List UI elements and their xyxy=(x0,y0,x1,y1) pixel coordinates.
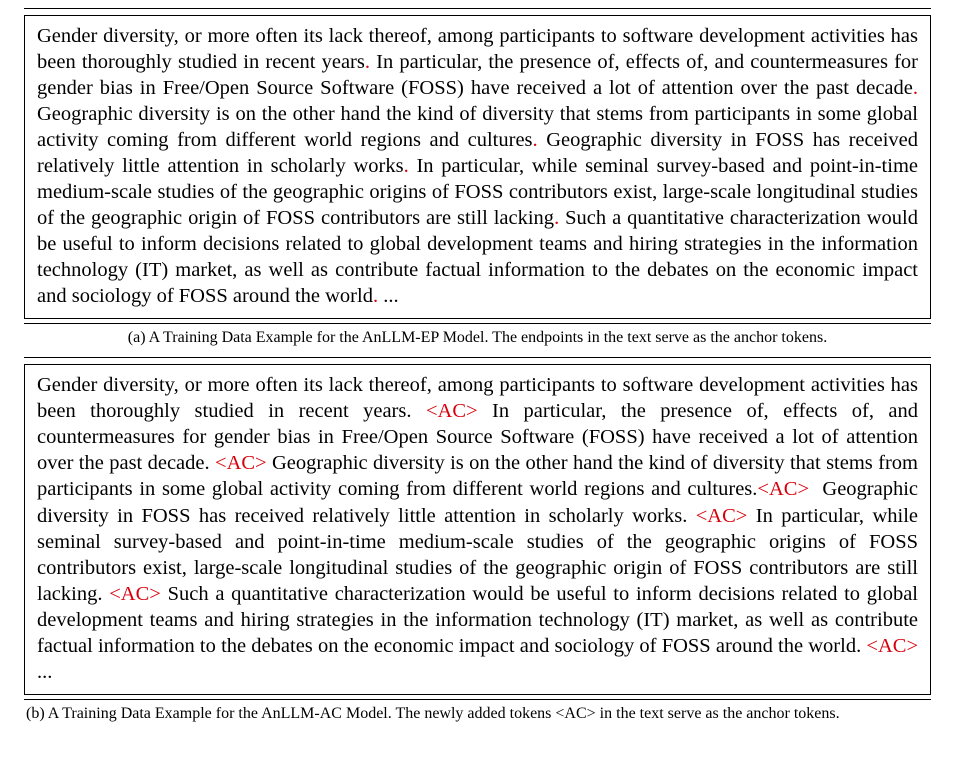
endpoint-4: . xyxy=(554,207,559,229)
ellipsis-a: ... xyxy=(383,285,398,307)
rule-top-a xyxy=(24,8,931,9)
rule-bottom-b xyxy=(24,699,931,700)
endpoint-0: . xyxy=(365,51,370,73)
sentence-b-5: Such a quantitative characterization wou… xyxy=(37,583,918,657)
text-box-a: Gender diversity, or more often its lack… xyxy=(24,15,931,319)
ac-token-4: <AC> xyxy=(109,583,161,605)
ellipsis-b: ... xyxy=(37,661,52,683)
endpoint-5: . xyxy=(373,285,378,307)
endpoint-2: . xyxy=(533,129,538,151)
text-box-b: Gender diversity, or more often its lack… xyxy=(24,364,931,694)
caption-b: (b) A Training Data Example for the AnLL… xyxy=(24,705,931,723)
endpoint-3: . xyxy=(404,155,409,177)
ac-token-2: <AC> xyxy=(757,478,809,500)
rule-bottom-a xyxy=(24,323,931,324)
caption-a: (a) A Training Data Example for the AnLL… xyxy=(24,329,931,347)
ac-token-1: <AC> xyxy=(215,452,267,474)
endpoint-1: . xyxy=(913,77,918,99)
figure-b: Gender diversity, or more often its lack… xyxy=(24,357,931,722)
ac-token-3: <AC> xyxy=(696,505,748,527)
rule-top-b xyxy=(24,357,931,358)
figure-a: Gender diversity, or more often its lack… xyxy=(24,8,931,347)
ac-token-0: <AC> xyxy=(426,400,478,422)
ac-token-5: <AC> xyxy=(866,635,918,657)
